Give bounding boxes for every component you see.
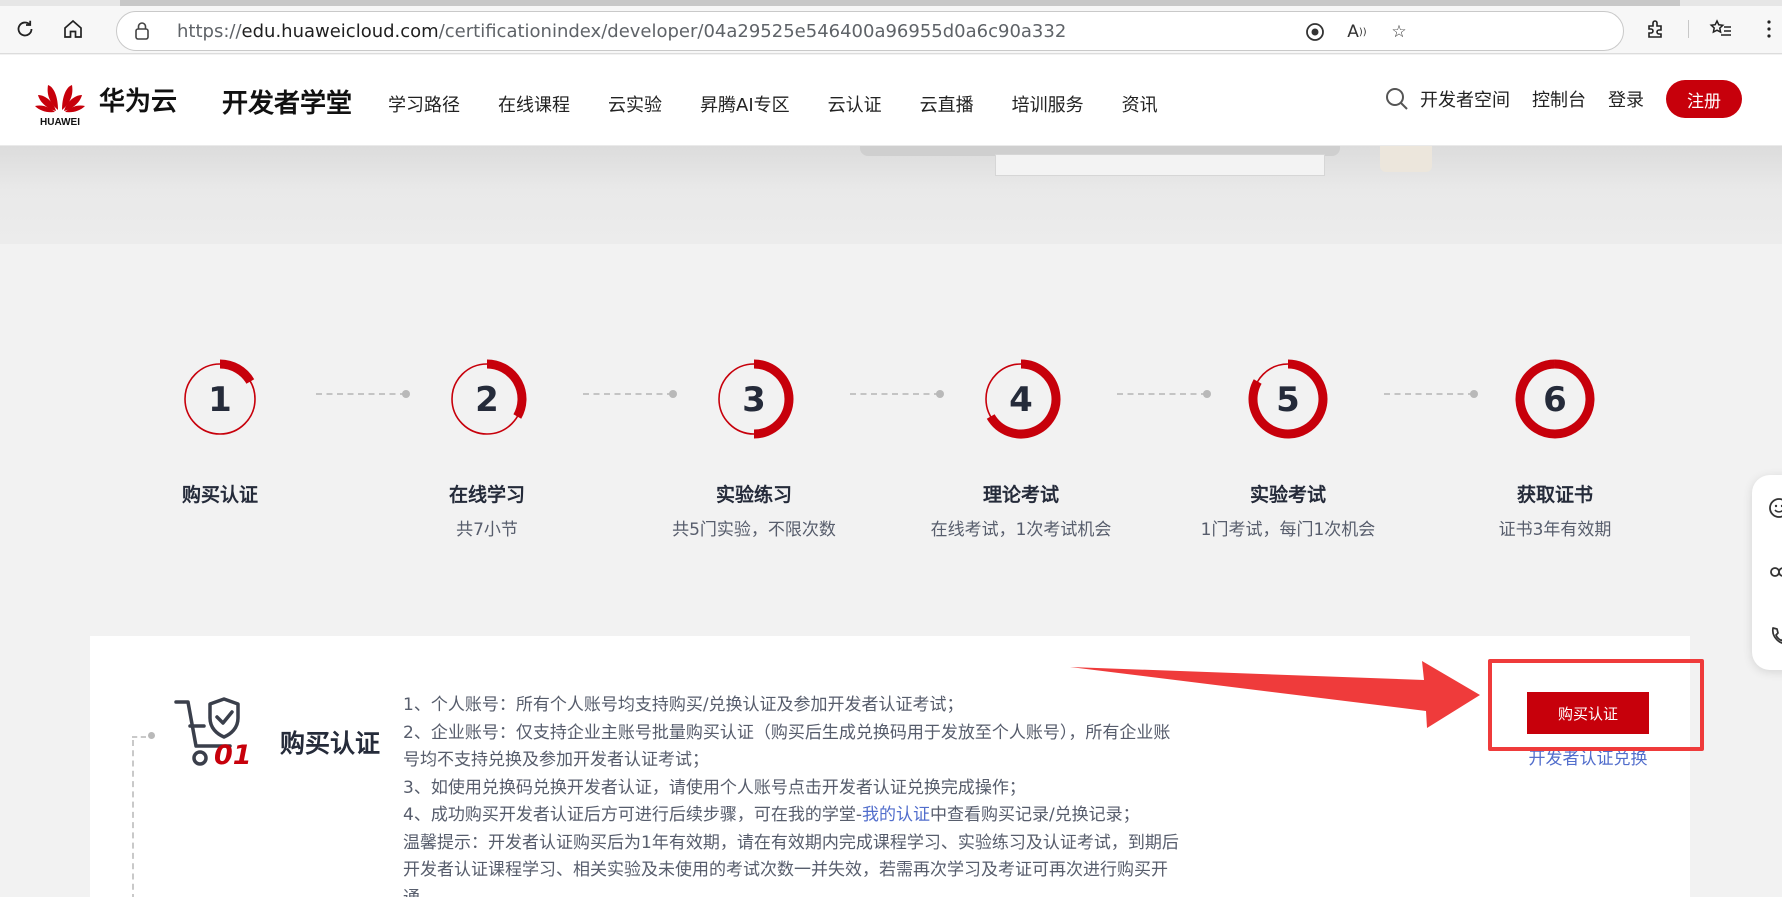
read-aloud-icon[interactable]: A)) [1343,18,1371,46]
card-title: 购买认证 [280,729,381,758]
phone-contact-icon[interactable] [1768,625,1782,647]
active-tab[interactable] [120,0,1680,6]
annotation-arrow [1070,661,1480,728]
step-subtitle: 在线考试，1次考试机会 [930,520,1112,540]
register-button[interactable]: 注册 [1666,80,1742,118]
step-progress-ring: 3 [718,359,794,439]
step-progress-ring: 1 [184,359,256,435]
svg-text:2: 2 [475,380,499,420]
svg-text:4: 4 [1009,380,1033,420]
main-nav: 学习路径 在线课程 云实验 昇腾AI专区 云认证 云直播 培训服务 资讯 [388,91,1196,117]
step-subtitle: 1门考试，每门1次机会 [1200,520,1376,540]
step-theory-exam: 4 理论考试 在线考试，1次考试机会 [901,354,1141,540]
svg-text:3: 3 [742,380,766,420]
step-title: 理论考试 [982,484,1059,506]
annotation-highlight-box [1488,659,1704,751]
lock-icon[interactable] [133,21,151,45]
step-get-certificate: 6 获取证书 证书3年有效期 [1435,354,1675,540]
svg-text:6: 6 [1543,380,1567,420]
step-title: 获取证书 [1516,484,1593,506]
favorite-star-icon[interactable]: ☆ [1385,18,1413,46]
step-title: 实验考试 [1249,484,1326,506]
tip-line: 温馨提示：开发者认证购买后为1年有效期，请在有效期内完成课程学习、实验练习及认证… [403,832,1179,853]
tip-line: 通。 [403,885,1203,897]
reload-icon[interactable] [10,14,40,44]
browser-chrome: https://edu.huaweicloud.com/certificatio… [0,0,1782,54]
timeline-line [132,732,155,897]
rule-line: 号均不支持兑换及参加开发者认证考试； [403,750,709,770]
nav-ascend-ai[interactable]: 昇腾AI专区 [700,91,790,117]
header-actions: 开发者空间 控制台 登录 注册 [1384,80,1742,118]
feedback-smiley-icon[interactable] [1768,497,1782,519]
nav-cloud-labs[interactable]: 云实验 [608,91,662,117]
step-progress-ring: 6 [1515,359,1595,439]
step-subtitle: 证书3年有效期 [1498,520,1612,540]
favorites-list-icon[interactable] [1706,14,1736,44]
rule-line: 3、如使用兑换码兑换开发者认证，请使用个人账号点击开发者认证兑换完成操作； [403,777,1026,798]
nav-cloud-live[interactable]: 云直播 [920,91,974,117]
step-title: 在线学习 [448,484,525,506]
url-text[interactable]: https://edu.huaweicloud.com/certificatio… [177,21,1066,42]
site-header: HUAWEI 华为云 开发者学堂 学习路径 在线课程 云实验 昇腾AI专区 云认… [0,55,1782,146]
extensions-icon[interactable] [1640,14,1670,44]
svg-text:01: 01 [214,740,252,771]
step-title: 实验练习 [715,484,792,506]
certification-steps: 1 购买认证 2 在线学习 共7小节 3 实验练习 共5门实验，不限次数 4 理… [0,244,1782,634]
huawei-logo[interactable]: HUAWEI [34,77,86,128]
step-lab-exam: 5 实验考试 1门考试，每门1次机会 [1168,354,1408,540]
toolbar-divider [1688,20,1689,38]
step-buy-certification: 1 购买认证 [100,354,340,515]
edge-tracking-icon[interactable] [1301,18,1329,46]
site-title[interactable]: 开发者学堂 [222,83,352,120]
share-link-icon[interactable] [1768,561,1782,583]
nav-cloud-certification[interactable]: 云认证 [828,91,882,117]
step-progress-ring: 2 [451,359,527,435]
step-subtitle: 共5门实验，不限次数 [672,520,836,540]
search-icon[interactable] [1384,86,1410,112]
developer-space-link[interactable]: 开发者空间 [1420,86,1510,112]
nav-training-services[interactable]: 培训服务 [1012,91,1084,117]
step-online-learning: 2 在线学习 共7小节 [367,354,607,540]
nav-learning-path[interactable]: 学习路径 [388,91,460,117]
svg-text:1: 1 [208,380,232,420]
home-icon[interactable] [58,14,88,44]
banner-decoration [995,154,1325,176]
nav-online-courses[interactable]: 在线课程 [498,91,570,117]
banner-decoration [1380,146,1432,172]
my-certification-link[interactable]: 我的认证 [862,805,930,825]
console-link[interactable]: 控制台 [1532,86,1586,112]
step-progress-ring: 4 [985,359,1061,439]
brand-name[interactable]: 华为云 [99,81,177,118]
step-lab-practice: 3 实验练习 共5门实验，不限次数 [634,354,874,540]
rule-line: 4、成功购买开发者认证后方可进行后续步骤，可在我的学堂-我的认证中查看购买记录/… [403,805,1140,825]
floating-service-bar [1752,475,1782,670]
hero-banner-image [0,146,1782,244]
step-progress-ring: 5 [1248,359,1328,439]
nav-news[interactable]: 资讯 [1122,91,1158,117]
login-link[interactable]: 登录 [1608,86,1644,112]
svg-text:HUAWEI: HUAWEI [40,117,80,127]
tab-strip [0,0,1782,6]
svg-text:5: 5 [1276,380,1300,420]
step-title: 购买认证 [181,484,258,506]
browser-menu-icon[interactable] [1754,14,1782,44]
tip-line: 开发者认证课程学习、相关实验及未使用的考试次数一并失效，若需再次学习及考证可再次… [403,860,1168,880]
shopping-cart-shield-icon: 01 [174,696,264,776]
address-bar[interactable]: https://edu.huaweicloud.com/certificatio… [116,11,1624,51]
step-subtitle: 共7小节 [456,520,518,540]
